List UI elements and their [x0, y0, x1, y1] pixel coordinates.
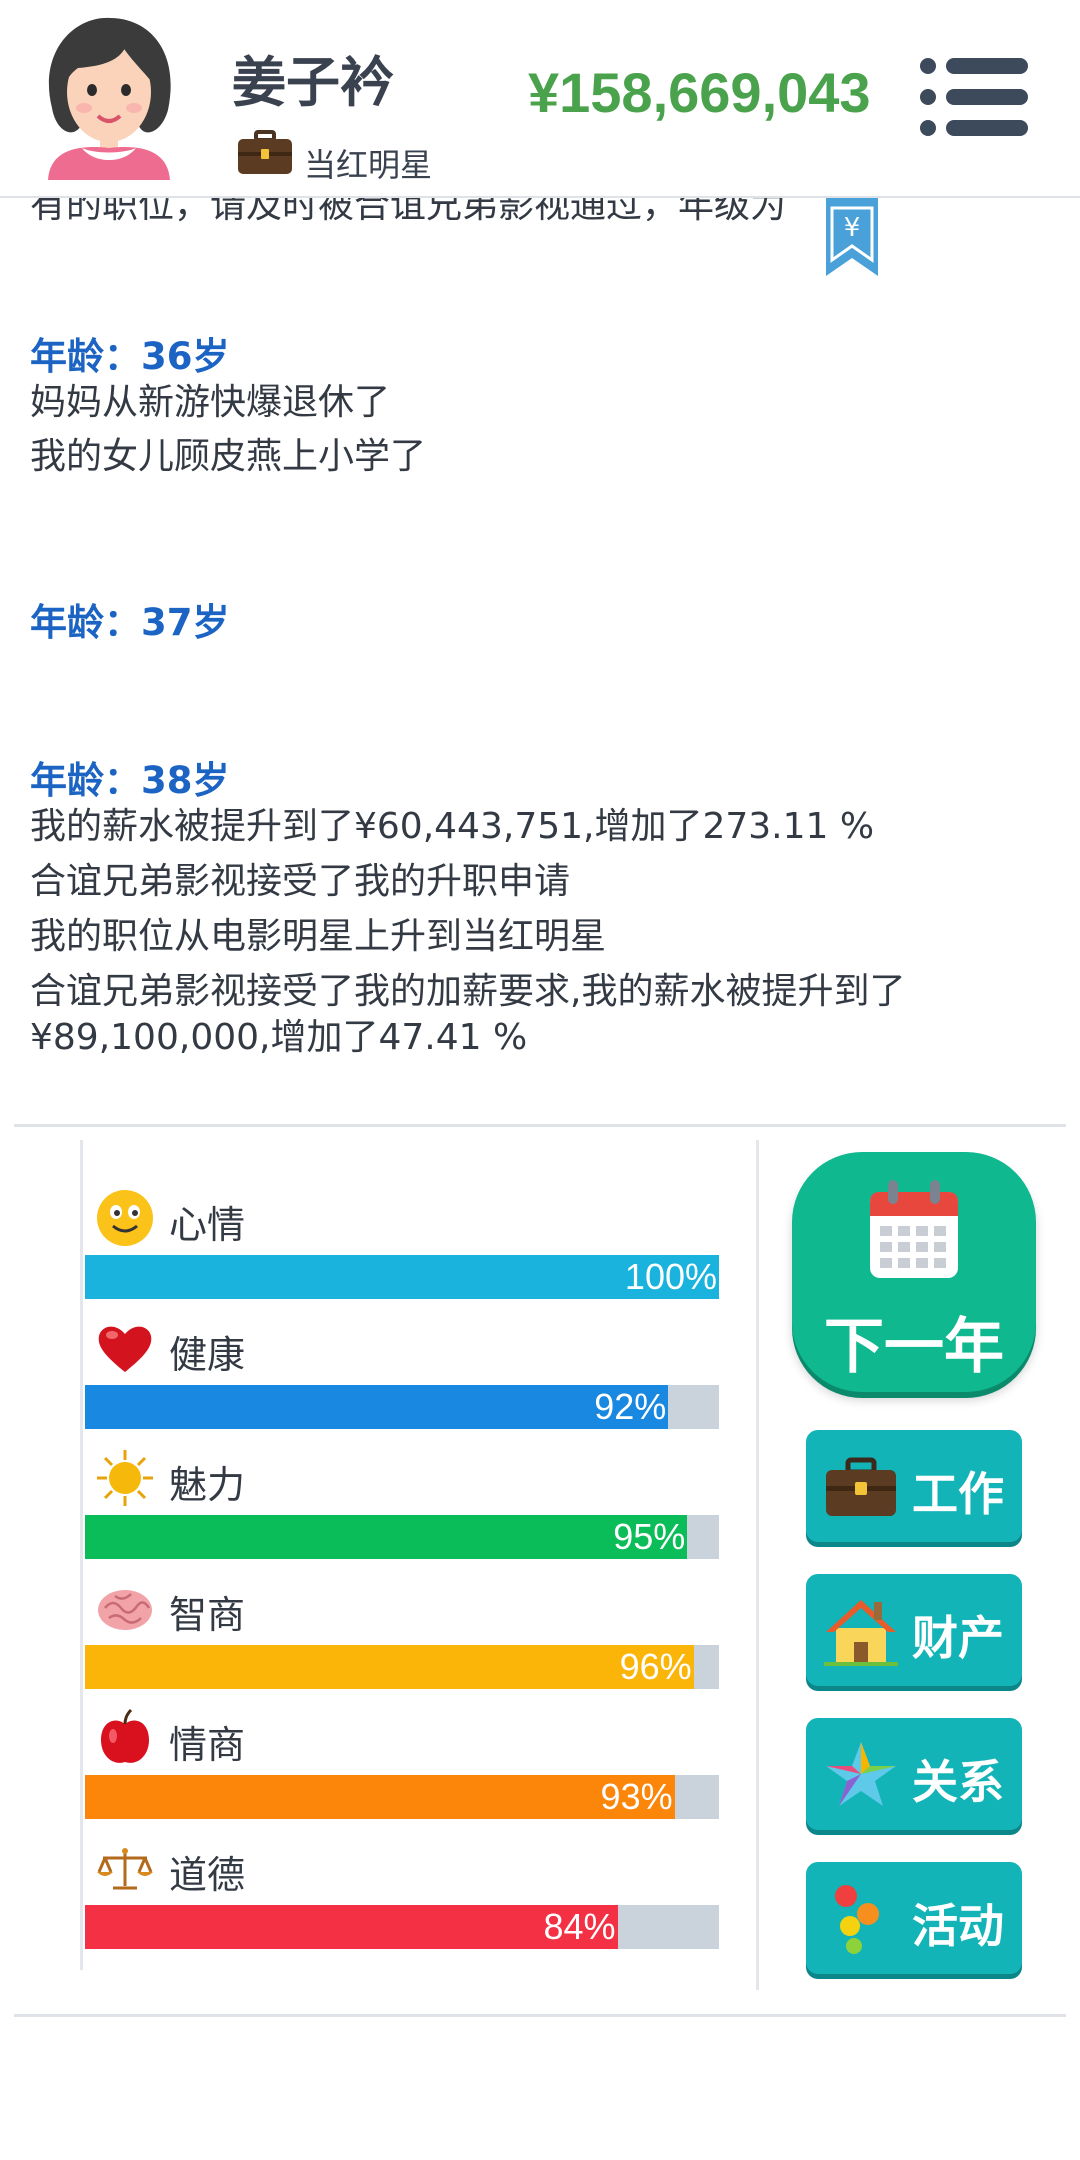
- avatar[interactable]: [34, 12, 184, 180]
- activities-button[interactable]: 活动: [806, 1862, 1022, 1974]
- stat-percent: 96%: [619, 1646, 692, 1687]
- divider: [14, 2014, 1066, 2017]
- stat-bar-iq: 96%: [85, 1645, 719, 1689]
- activities-label: 活动: [912, 1899, 1004, 1953]
- stat-name: 道德: [169, 1853, 246, 1897]
- stat-name: 魅力: [169, 1463, 246, 1507]
- activities-dots-icon: [835, 1885, 879, 1954]
- stat-name: 智商: [169, 1593, 246, 1637]
- work-button[interactable]: 工作: [806, 1430, 1022, 1542]
- relations-button[interactable]: 关系: [806, 1718, 1022, 1830]
- smiley-face-icon: [97, 1190, 153, 1246]
- panel-divider: [756, 1140, 759, 1990]
- divider: [14, 1124, 1066, 1127]
- calendar-icon: [870, 1180, 958, 1278]
- stat-bar-fill: 84%: [85, 1905, 618, 1949]
- stat-bar-fill: 92%: [85, 1385, 669, 1429]
- log-line: 合谊兄弟影视接受了我的加薪要求,我的薪水被提升到了¥89,100,000,增加了…: [30, 971, 906, 1058]
- age-heading: 年龄：36岁: [30, 335, 230, 378]
- stat-name: 心情: [169, 1203, 246, 1247]
- hamburger-menu-icon[interactable]: [918, 56, 1030, 138]
- brain-icon: [98, 1590, 152, 1630]
- life-log[interactable]: 有的职位，请及时被合谊兄弟影视通过，年级为 ¥ 年龄：36岁 妈妈从新游快爆退休…: [0, 198, 1080, 1122]
- stat-bar-health: 92%: [85, 1385, 719, 1429]
- stat-percent: 84%: [543, 1906, 616, 1947]
- log-line: 妈妈从新游快爆退休了: [30, 382, 391, 423]
- top-bar: 姜子衿 当红明星 ¥158,669,043: [0, 0, 1080, 198]
- stat-percent: 95%: [613, 1516, 686, 1557]
- stat-bar-fill: 93%: [85, 1775, 675, 1819]
- log-line: 我的薪水被提升到了¥60,443,751,增加了273.11 %: [30, 806, 875, 847]
- log-line: 我的职位从电影明星上升到当红明星: [30, 916, 607, 957]
- work-label: 工作: [912, 1467, 1004, 1521]
- sun-icon: [97, 1450, 153, 1506]
- stat-bar-mood: 100%: [85, 1255, 719, 1299]
- briefcase-icon: [238, 130, 292, 174]
- heart-icon: [98, 1326, 152, 1372]
- attribute-panel: 心情 100% 健康 92% 魅力 95% 智商 96% 情商 93% 道德 8…: [80, 1140, 723, 1970]
- job-title: 当红明星: [304, 146, 433, 184]
- star-icon: [826, 1742, 896, 1806]
- next-year-button[interactable]: 下一年: [792, 1152, 1036, 1392]
- scales-icon: [97, 1848, 153, 1890]
- money-balance: ¥158,669,043: [528, 61, 871, 124]
- stat-name: 情商: [169, 1723, 246, 1767]
- log-line: 我的女儿顾皮燕上小学了: [30, 436, 427, 477]
- apple-icon: [101, 1708, 149, 1763]
- bookmark-yen-icon[interactable]: ¥: [822, 198, 882, 278]
- age-heading: 年龄：38岁: [30, 759, 230, 802]
- stat-name: 健康: [169, 1333, 246, 1377]
- stat-bar-morality: 84%: [85, 1905, 719, 1949]
- stat-bar-eq: 93%: [85, 1775, 719, 1819]
- log-line-cut-off: 有的职位，请及时被合谊兄弟影视通过，年级为: [30, 198, 787, 226]
- house-icon: [824, 1600, 898, 1666]
- stat-percent: 92%: [594, 1386, 667, 1427]
- relations-label: 关系: [912, 1755, 1004, 1809]
- svg-text:¥: ¥: [844, 213, 861, 243]
- stat-bar-fill: 96%: [85, 1645, 694, 1689]
- age-heading: 年龄：37岁: [30, 601, 230, 644]
- next-year-label: 下一年: [824, 1312, 1004, 1382]
- stat-bar-fill: 100%: [85, 1255, 719, 1299]
- property-button[interactable]: 财产: [806, 1574, 1022, 1686]
- briefcase-icon: [826, 1457, 896, 1516]
- stat-bar-charm: 95%: [85, 1515, 719, 1559]
- stat-bar-fill: 95%: [85, 1515, 688, 1559]
- log-line: 合谊兄弟影视接受了我的升职申请: [30, 861, 571, 902]
- stat-percent: 93%: [600, 1776, 673, 1817]
- player-name: 姜子衿: [232, 51, 394, 114]
- property-label: 财产: [912, 1611, 1004, 1665]
- stat-percent: 100%: [624, 1256, 717, 1297]
